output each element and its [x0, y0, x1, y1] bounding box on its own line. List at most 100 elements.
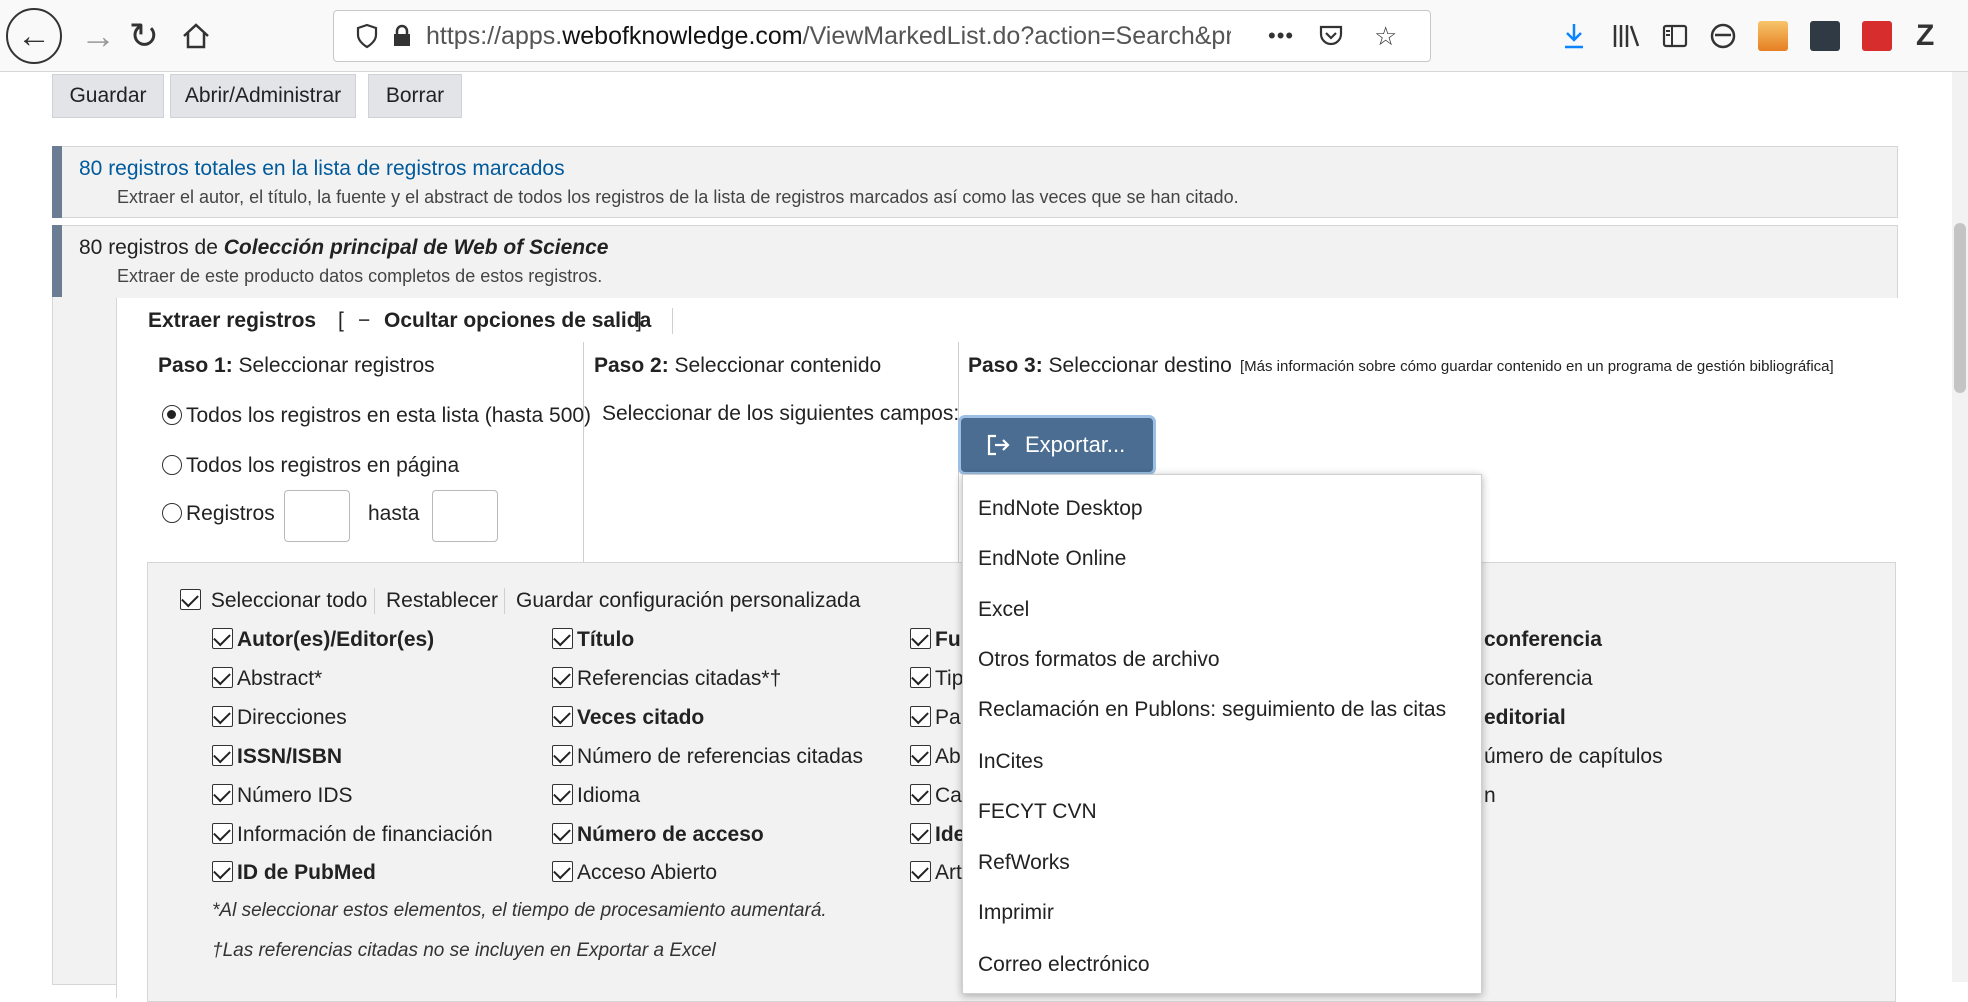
radio-icon[interactable]: [162, 455, 182, 475]
field-cited-reference-count[interactable]: Número de referencias citadas: [552, 745, 863, 769]
menu-item-endnote-online[interactable]: EndNote Online: [978, 547, 1126, 571]
page-scrollbar[interactable]: [1952, 72, 1968, 982]
field-category[interactable]: Cat: [910, 784, 968, 808]
checkbox-checked-icon[interactable]: [212, 745, 233, 766]
checkbox-checked-icon[interactable]: [212, 823, 233, 844]
menu-item-email[interactable]: Correo electrónico: [978, 953, 1150, 977]
checkbox-checked-icon[interactable]: [552, 628, 573, 649]
field-conference[interactable]: conferencia: [1484, 628, 1602, 652]
radio-records[interactable]: Registros: [162, 502, 275, 526]
field-ids-number[interactable]: Número IDS: [212, 784, 353, 808]
checkbox-checked-icon[interactable]: [552, 861, 573, 882]
download-icon[interactable]: [1562, 14, 1586, 58]
checkbox-checked-icon[interactable]: [552, 667, 573, 688]
menu-item-fecyt-cvn[interactable]: FECYT CVN: [978, 800, 1097, 824]
field-abstract[interactable]: Abstract*: [212, 667, 322, 691]
star-icon[interactable]: ☆: [1374, 11, 1397, 61]
checkbox-checked-icon[interactable]: [552, 784, 573, 805]
field-keywords[interactable]: Pal: [910, 706, 965, 730]
field-authors[interactable]: Autor(es)/Editor(es): [212, 628, 434, 652]
account-icon[interactable]: [1710, 14, 1736, 58]
summary-title-link[interactable]: 80 registros totales en la lista de regi…: [79, 157, 565, 181]
field-pubmed-id[interactable]: ID de PubMed: [212, 861, 376, 885]
field-conference-2[interactable]: conferencia: [1484, 667, 1593, 691]
checkbox-checked-icon[interactable]: [212, 628, 233, 649]
field-chapter-count[interactable]: úmero de capítulos: [1484, 745, 1663, 769]
radio-selected-icon[interactable]: [162, 405, 182, 425]
home-icon[interactable]: [168, 8, 224, 64]
checkbox-checked-icon[interactable]: [212, 784, 233, 805]
field-identifier[interactable]: Ide: [910, 823, 965, 847]
field-open-access[interactable]: Acceso Abierto: [552, 861, 717, 885]
shield-icon[interactable]: [356, 11, 378, 61]
export-button[interactable]: Exportar...: [961, 418, 1153, 472]
checkbox-checked-icon[interactable]: [910, 628, 931, 649]
field-col4-item[interactable]: n: [1484, 784, 1496, 808]
checkbox-checked-icon[interactable]: [552, 706, 573, 727]
hide-output-options-link[interactable]: Ocultar opciones de salida: [384, 309, 651, 333]
scrollbar-thumb[interactable]: [1954, 223, 1966, 393]
checkbox-checked-icon[interactable]: [910, 861, 931, 882]
checkbox-checked-icon[interactable]: [910, 823, 931, 844]
save-config-link[interactable]: Guardar configuración personalizada: [516, 589, 860, 613]
more-icon[interactable]: •••: [1268, 11, 1294, 61]
menu-item-excel[interactable]: Excel: [978, 598, 1029, 622]
checkbox-checked-icon[interactable]: [212, 861, 233, 882]
reload-icon[interactable]: ↻: [116, 8, 172, 64]
extract-bracket-open: [: [338, 309, 344, 332]
reset-link[interactable]: Restablecer: [386, 589, 498, 613]
field-abbreviation[interactable]: Ab: [910, 745, 961, 769]
clear-button[interactable]: Borrar: [368, 74, 462, 118]
field-issn[interactable]: ISSN/ISBN: [212, 745, 342, 769]
records-from-input[interactable]: [284, 490, 350, 542]
select-all-checkbox[interactable]: Seleccionar todo: [180, 589, 367, 613]
rss-icon[interactable]: [1758, 14, 1788, 58]
records-to-input[interactable]: [432, 490, 498, 542]
minus-icon[interactable]: −: [358, 309, 370, 333]
url-text[interactable]: https://apps.webofknowledge.com/ViewMark…: [426, 11, 1231, 61]
field-language[interactable]: Idioma: [552, 784, 640, 808]
mendeley-icon[interactable]: [1862, 14, 1892, 58]
menu-item-endnote-desktop[interactable]: EndNote Desktop: [978, 497, 1143, 521]
radio-icon[interactable]: [162, 503, 182, 523]
field-publisher[interactable]: editorial: [1484, 706, 1566, 730]
pocket-icon[interactable]: [1318, 11, 1344, 61]
menu-item-incites[interactable]: InCites: [978, 750, 1043, 774]
field-doc-type[interactable]: Tip: [910, 667, 963, 691]
radio-all-list[interactable]: Todos los registros en esta lista (hasta…: [162, 404, 591, 428]
sidebar-icon[interactable]: [1662, 14, 1688, 58]
checkbox-checked-icon[interactable]: [910, 745, 931, 766]
export-icon: [987, 434, 1011, 456]
lock-icon[interactable]: [392, 11, 412, 61]
more-info-link[interactable]: [Más información sobre cómo guardar cont…: [1240, 358, 1834, 375]
field-title[interactable]: Título: [552, 628, 634, 652]
checkbox-checked-icon[interactable]: [212, 667, 233, 688]
back-icon[interactable]: ←: [6, 8, 62, 64]
checkbox-checked-icon[interactable]: [180, 589, 201, 610]
browser-toolbar: ← → ↻ https://apps.webofknowledge.com/Vi…: [0, 0, 1968, 72]
checkbox-checked-icon[interactable]: [212, 706, 233, 727]
radio-all-page[interactable]: Todos los registros en página: [162, 454, 459, 478]
field-funding[interactable]: Información de financiación: [212, 823, 493, 847]
field-accession-number[interactable]: Número de acceso: [552, 823, 764, 847]
menu-item-other-formats[interactable]: Otros formatos de archivo: [978, 648, 1220, 672]
checkbox-checked-icon[interactable]: [910, 667, 931, 688]
checkbox-checked-icon[interactable]: [910, 706, 931, 727]
field-addresses[interactable]: Direcciones: [212, 706, 347, 730]
extension-icon[interactable]: [1810, 14, 1840, 58]
open-manage-button[interactable]: Abrir/Administrar: [170, 74, 356, 118]
library-icon[interactable]: [1612, 14, 1640, 58]
url-bar[interactable]: https://apps.webofknowledge.com/ViewMark…: [333, 10, 1431, 62]
save-button[interactable]: Guardar: [52, 74, 164, 118]
menu-item-print[interactable]: Imprimir: [978, 901, 1054, 925]
field-cited-references[interactable]: Referencias citadas*†: [552, 667, 781, 691]
checkbox-checked-icon[interactable]: [552, 745, 573, 766]
field-source[interactable]: Fu: [910, 628, 961, 652]
checkbox-checked-icon[interactable]: [910, 784, 931, 805]
checkbox-checked-icon[interactable]: [552, 823, 573, 844]
field-times-cited[interactable]: Veces citado: [552, 706, 704, 730]
menu-item-refworks[interactable]: RefWorks: [978, 851, 1070, 875]
menu-item-publons[interactable]: Reclamación en Publons: seguimiento de l…: [978, 698, 1446, 722]
zotero-icon[interactable]: Z: [1916, 14, 1934, 58]
field-article[interactable]: Art: [910, 861, 962, 885]
